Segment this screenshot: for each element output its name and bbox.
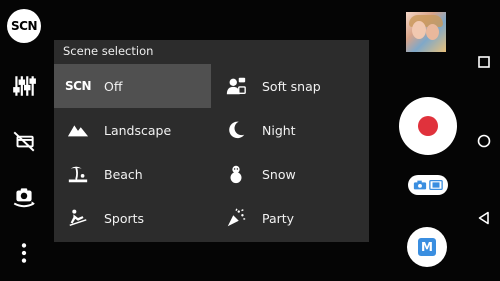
more-options-icon[interactable] (9, 238, 39, 268)
scene-item-off[interactable]: SCN Off (54, 64, 211, 108)
home-circle-icon[interactable] (474, 131, 494, 151)
manual-mode-button[interactable]: M (407, 227, 447, 267)
panel-title: Scene selection (63, 44, 154, 58)
scene-item-label: Soft snap (262, 78, 321, 94)
scene-item-label: Landscape (104, 122, 172, 138)
record-icon (418, 116, 438, 136)
night-icon (216, 108, 256, 152)
flash-off-icon[interactable] (9, 126, 39, 156)
scene-item-label: Beach (104, 166, 143, 182)
scene-mode-button[interactable]: SCN (7, 9, 41, 43)
left-rail: SCN (0, 0, 48, 281)
photo-video-switch[interactable] (408, 175, 448, 195)
scene-item-snow[interactable]: Snow (212, 152, 369, 196)
scene-selection-panel: Scene selection SCN Off Soft snap Landsc… (54, 40, 369, 242)
beach-icon (58, 152, 98, 196)
manual-mode-label: M (418, 238, 436, 256)
scene-item-soft-snap[interactable]: Soft snap (212, 64, 369, 108)
scene-item-night[interactable]: Night (212, 108, 369, 152)
last-photo-thumbnail[interactable] (406, 12, 446, 52)
camera-icon (413, 180, 427, 190)
scene-item-landscape[interactable]: Landscape (54, 108, 211, 152)
settings-sliders-icon[interactable] (9, 71, 39, 101)
snow-icon (216, 152, 256, 196)
back-triangle-icon[interactable] (474, 208, 494, 228)
video-icon (429, 179, 443, 191)
scene-item-beach[interactable]: Beach (54, 152, 211, 196)
scene-item-label: Off (104, 78, 123, 94)
scene-item-label: Sports (104, 210, 145, 226)
scene-item-sports[interactable]: Sports (54, 196, 211, 240)
soft-snap-icon (216, 64, 256, 108)
scn-text-icon: SCN (65, 79, 92, 93)
scene-item-label: Party (262, 210, 295, 226)
landscape-icon (58, 108, 98, 152)
switch-camera-icon[interactable] (9, 182, 39, 212)
scene-item-label: Snow (262, 166, 296, 182)
sports-icon (58, 196, 98, 240)
recents-square-icon[interactable] (474, 52, 494, 72)
scene-item-party[interactable]: Party (212, 196, 369, 240)
scene-item-label: Night (262, 122, 296, 138)
record-button[interactable] (399, 97, 457, 155)
party-icon (216, 196, 256, 240)
system-nav-bar (466, 0, 500, 281)
